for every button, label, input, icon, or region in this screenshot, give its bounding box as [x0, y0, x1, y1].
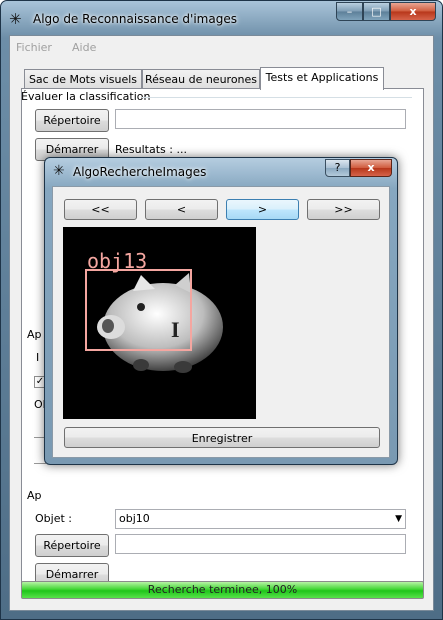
window-title: Algo de Reconnaissance d'images: [33, 12, 237, 26]
network-icon: ✳: [9, 10, 22, 28]
minimize-button[interactable]: –: [336, 2, 363, 21]
help-button[interactable]: ?: [325, 159, 350, 177]
button-stub: I: [36, 351, 40, 364]
apply-group-title: Ap: [27, 489, 42, 502]
slider-track-left-2: [34, 463, 46, 464]
dialog-close-button[interactable]: x: [350, 159, 392, 177]
evaluate-folder-button[interactable]: Répertoire: [35, 109, 109, 132]
title-bar[interactable]: ✳ Algo de Reconnaissance d'images – □ x: [1, 1, 442, 35]
group-title-partial: Ap: [27, 328, 42, 341]
status-text: Recherche terminee, 100%: [147, 583, 298, 596]
dialog-client: << < > >> I obj13 Enregistrer: [52, 186, 390, 458]
search-dialog: ✳ AlgoRechercheImages ? x << < > >> I ob…: [44, 157, 398, 465]
object-select-value: obj10: [119, 512, 150, 525]
results-label: Resultats : ...: [115, 143, 187, 156]
apply-folder-field[interactable]: [115, 534, 406, 554]
menu-bar: Fichier Aide: [10, 36, 433, 58]
previous-button[interactable]: <: [145, 199, 218, 220]
object-select[interactable]: obj10 ▼: [115, 509, 406, 529]
caption-buttons: – □ x: [336, 2, 436, 21]
progress-bar: Recherche terminee, 100%: [21, 581, 424, 599]
evaluate-group-title: Évaluer la classification: [21, 90, 151, 103]
detection-box: [85, 269, 192, 351]
dialog-title: AlgoRechercheImages: [73, 165, 207, 179]
close-button[interactable]: x: [390, 2, 436, 21]
menu-aide[interactable]: Aide: [72, 41, 96, 54]
tab-tests-applications[interactable]: Tests et Applications: [260, 67, 384, 90]
tab-sac-de-mots[interactable]: Sac de Mots visuels: [24, 69, 142, 90]
next-button[interactable]: >: [226, 199, 299, 220]
detection-label: obj13: [87, 249, 148, 273]
network-icon: ✳: [53, 163, 65, 179]
group-divider: [142, 97, 412, 98]
result-image: I obj13: [63, 227, 256, 419]
save-button[interactable]: Enregistrer: [64, 427, 380, 448]
first-button[interactable]: <<: [64, 199, 137, 220]
maximize-button[interactable]: □: [363, 2, 390, 21]
tab-reseau-neurones[interactable]: Réseau de neurones: [142, 69, 260, 90]
menu-fichier[interactable]: Fichier: [16, 41, 52, 54]
object-label: Objet :: [35, 512, 72, 525]
last-button[interactable]: >>: [307, 199, 380, 220]
chevron-down-icon[interactable]: ▼: [395, 510, 402, 528]
evaluate-folder-field[interactable]: [115, 109, 406, 129]
apply-folder-button[interactable]: Répertoire: [35, 534, 109, 557]
